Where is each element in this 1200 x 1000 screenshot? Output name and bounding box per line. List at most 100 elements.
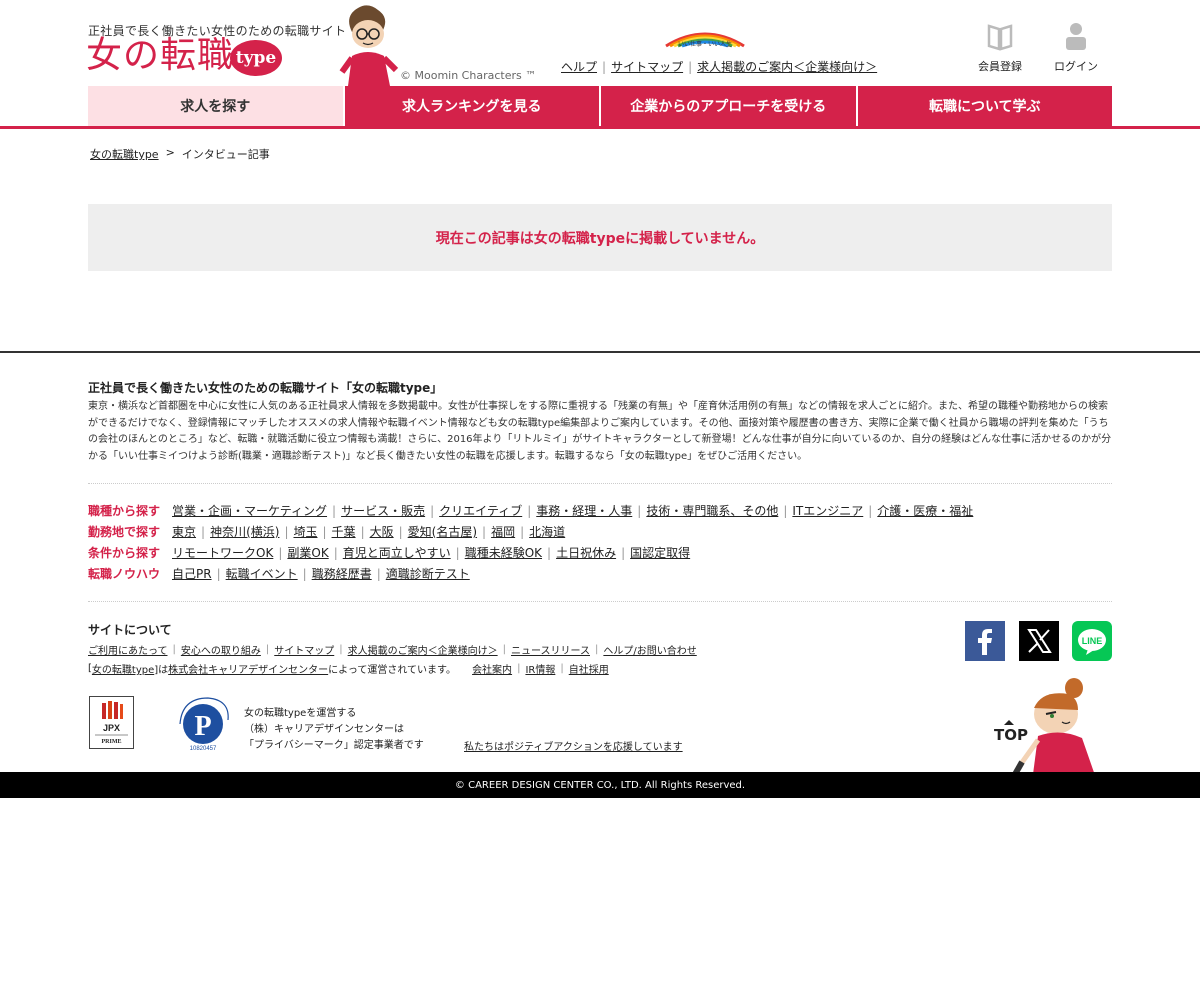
about-site-links: ご利用にあたって | 安心への取り組み | サイトマップ | 求人掲載のご案内＜企業様… xyxy=(88,642,697,657)
category-link[interactable]: 愛知(名古屋) xyxy=(408,523,477,540)
site-link[interactable]: 安心への取り組み xyxy=(181,642,261,657)
employer-info-link[interactable]: 求人掲載のご案内＜企業様向け＞ xyxy=(697,58,877,75)
company-link[interactable]: 会社案内 xyxy=(472,661,512,676)
category-link[interactable]: 千葉 xyxy=(332,523,356,540)
mascot-illustration xyxy=(339,5,399,86)
category-link[interactable]: 神奈川(横浜) xyxy=(210,523,279,540)
category-link[interactable]: 土日祝休み xyxy=(556,544,616,561)
link-separator: | xyxy=(560,663,564,674)
link-separator: | xyxy=(278,545,283,560)
footer-categories: 職種から探す 営業・企画・マーケティング | サービス・販売 | クリエイティブ | … xyxy=(88,500,1112,584)
category-row-occupation: 職種から探す 営業・企画・マーケティング | サービス・販売 | クリエイティブ | … xyxy=(88,500,1112,521)
category-link[interactable]: クリエイティブ xyxy=(439,502,522,519)
category-link[interactable]: 介護・医療・福祉 xyxy=(877,502,973,519)
nav-learn-career[interactable]: 転職について学ぶ xyxy=(857,86,1112,126)
notice-message: 現在この記事は女の転職typeに掲載していません。 xyxy=(435,230,765,247)
category-link[interactable]: 育児と両立しやすい xyxy=(343,544,451,561)
privacy-line: （株）キャリアデザインセンターは xyxy=(244,724,404,735)
site-link[interactable]: ご利用にあたって xyxy=(88,642,168,657)
user-icon xyxy=(1066,23,1086,50)
positive-action-link[interactable]: 私たちはポジティブアクションを応援しています xyxy=(464,738,683,753)
footer-divider xyxy=(0,351,1200,353)
category-link[interactable]: 転職イベント xyxy=(226,565,298,582)
site-link[interactable]: 求人掲載のご案内＜企業様向け＞ xyxy=(348,642,498,657)
book-icon xyxy=(987,24,1013,51)
category-link[interactable]: 自己PR xyxy=(172,565,212,582)
footer-title: 正社員で長く働きたい女性のための転職サイト「女の転職type」 xyxy=(88,381,443,395)
operator-suffix: によって運営されています。 xyxy=(328,665,457,676)
about-site-title: サイトについて xyxy=(88,623,172,637)
link-separator: | xyxy=(360,524,365,539)
breadcrumb-current: インタビュー記事 xyxy=(181,148,270,161)
category-link[interactable]: 技術・専門職系、その他 xyxy=(646,502,778,519)
help-link[interactable]: ヘルプ xyxy=(561,58,597,75)
link-separator: | xyxy=(602,59,607,74)
rainbow-logo[interactable]: いい仕事・いい人生 xyxy=(662,28,748,48)
category-link[interactable]: 適職診断テスト xyxy=(386,565,470,582)
category-link[interactable]: 副業OK xyxy=(287,544,328,561)
breadcrumb-home[interactable]: 女の転職type xyxy=(90,146,159,162)
site-link[interactable]: ニュースリリース xyxy=(511,642,590,657)
link-separator: | xyxy=(455,545,460,560)
privacy-line: 女の転職typeを運営する xyxy=(244,708,357,719)
link-separator: | xyxy=(783,503,788,518)
dotted-divider xyxy=(88,483,1112,484)
footer-description: 東京・横浜など首都圏を中心に女性に人気のある正社員求人情報を多数掲載中。女性が仕… xyxy=(88,401,1112,462)
jpx-label: JPX xyxy=(103,723,120,733)
operator-company-link[interactable]: 株式会社キャリアデザインセンター xyxy=(168,661,328,676)
site-logo[interactable]: 女の転職 xyxy=(86,36,234,76)
rainbow-caption: いい仕事・いい人生 xyxy=(678,40,732,48)
svg-text:P: P xyxy=(194,711,211,742)
logo-type-badge[interactable]: type xyxy=(230,40,282,76)
header-links: ヘルプ | サイトマップ | 求人掲載のご案内＜企業様向け＞ xyxy=(561,58,877,75)
nav-job-ranking[interactable]: 求人ランキングを見る xyxy=(344,86,599,126)
operator-mid: ]は xyxy=(154,665,169,676)
nav-underline xyxy=(0,126,1200,129)
login-button[interactable]: ログイン xyxy=(1046,20,1106,74)
link-separator: | xyxy=(302,566,307,581)
category-link[interactable]: リモートワークOK xyxy=(172,544,273,561)
link-separator: | xyxy=(527,503,532,518)
category-link[interactable]: 大阪 xyxy=(370,523,394,540)
link-separator: | xyxy=(332,503,337,518)
site-header: 正社員で長く働きたい女性のための転職サイト 女の転職 type © Moomin… xyxy=(0,0,1200,86)
link-separator: | xyxy=(376,566,381,581)
register-label: 会員登録 xyxy=(978,60,1022,73)
site-link[interactable]: サイトマップ xyxy=(274,642,334,657)
x-icon[interactable] xyxy=(1019,621,1059,661)
login-label: ログイン xyxy=(1054,60,1098,73)
category-link[interactable]: 職種未経験OK xyxy=(465,544,542,561)
jpx-prime-label: PRIME xyxy=(102,739,122,745)
category-link[interactable]: ITエンジニア xyxy=(792,502,863,519)
category-link[interactable]: 埼玉 xyxy=(293,523,317,540)
company-link[interactable]: 自社採用 xyxy=(569,661,609,676)
category-link[interactable]: サービス・販売 xyxy=(341,502,425,519)
privacy-mark-number: 10820457 xyxy=(190,746,217,752)
link-separator: | xyxy=(502,644,506,655)
category-link[interactable]: 北海道 xyxy=(529,523,565,540)
category-link[interactable]: 東京 xyxy=(172,523,196,540)
category-row-knowhow: 転職ノウハウ 自己PR | 転職イベント | 職務経歴書 | 適職診断テスト xyxy=(88,563,1112,584)
category-link[interactable]: 事務・経理・人事 xyxy=(536,502,632,519)
category-link[interactable]: 営業・企画・マーケティング xyxy=(172,502,327,519)
company-link[interactable]: IR情報 xyxy=(525,661,555,676)
category-link[interactable]: 福岡 xyxy=(491,523,515,540)
operator-site-link[interactable]: 女の転職type xyxy=(92,661,154,676)
site-link[interactable]: ヘルプ/お問い合わせ xyxy=(603,642,696,657)
jpx-prime-logo: JPX PRIME xyxy=(89,696,134,749)
category-link[interactable]: 国認定取得 xyxy=(630,544,690,561)
sitemap-link[interactable]: サイトマップ xyxy=(611,58,683,75)
breadcrumb: 女の転職type > インタビュー記事 xyxy=(90,146,270,162)
copyright-bar: © CAREER DESIGN CENTER CO., LTD. All Rig… xyxy=(0,772,1200,798)
category-row-location: 勤務地で探す 東京 | 神奈川(横浜) | 埼玉 | 千葉 | 大阪 | 愛知(名古屋) |… xyxy=(88,521,1112,542)
line-icon[interactable]: LINE xyxy=(1072,621,1112,661)
link-separator: | xyxy=(339,644,343,655)
link-separator: | xyxy=(265,644,270,655)
nav-search-jobs[interactable]: 求人を探す xyxy=(88,86,343,126)
register-button[interactable]: 会員登録 xyxy=(970,20,1030,74)
breadcrumb-separator: > xyxy=(165,146,175,159)
moomin-copyright: © Moomin Characters ™ xyxy=(400,69,537,82)
category-link[interactable]: 職務経歴書 xyxy=(312,565,372,582)
nav-company-approach[interactable]: 企業からのアプローチを受ける xyxy=(601,86,856,126)
facebook-icon[interactable] xyxy=(965,621,1005,661)
